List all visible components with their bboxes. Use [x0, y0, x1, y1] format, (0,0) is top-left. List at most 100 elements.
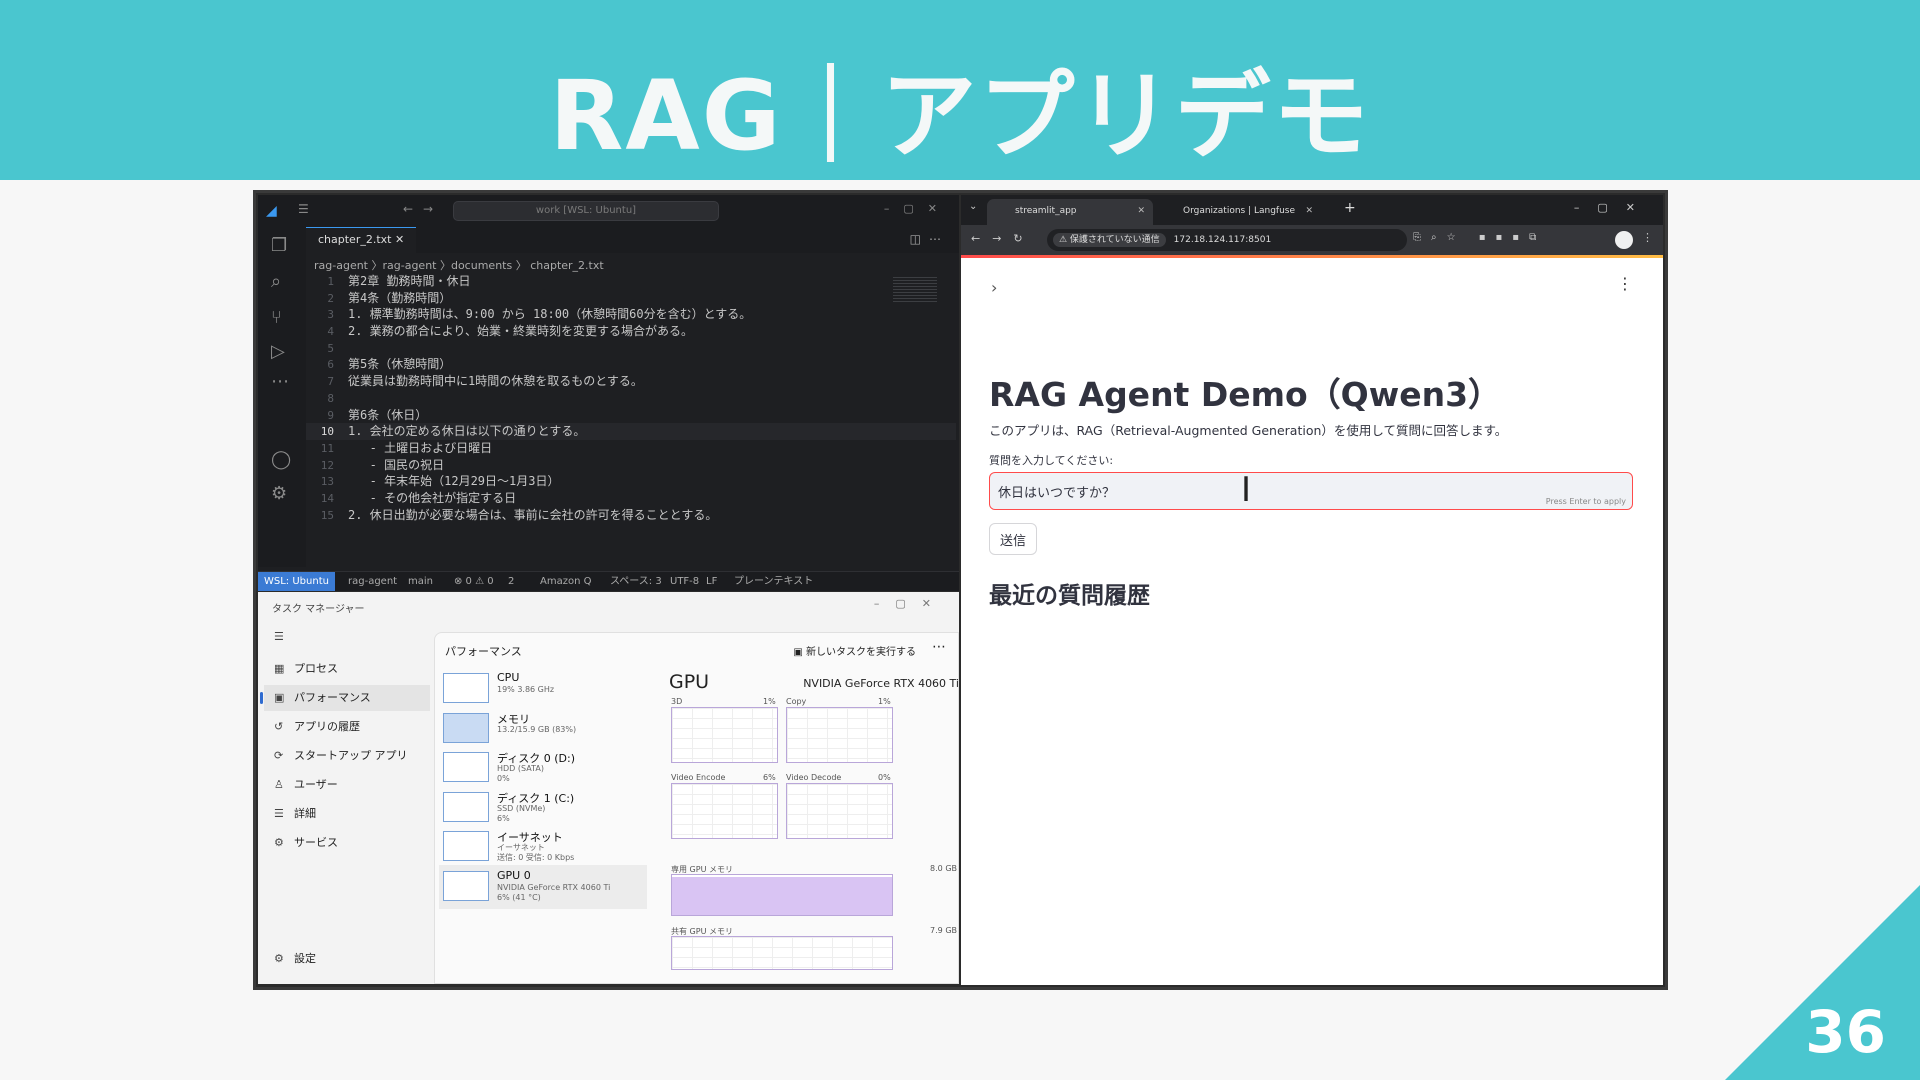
task-manager-window: タスク マネージャー –▢✕ ☰ ▦ プロセス ▣ パフォーマンス ↺ アプリの履歴 …: [258, 592, 959, 984]
nav-label: 詳細: [294, 807, 316, 820]
tab-chapter-2[interactable]: chapter_2.txt ✕: [306, 227, 416, 253]
device-item[interactable]: CPU 19% 3.86 GHz: [439, 667, 647, 711]
line-number: 11: [320, 441, 334, 455]
code-line[interactable]: 13 - 年末年始（12月29日～1月3日）: [306, 473, 956, 490]
nav-settings[interactable]: ⚙ 設定: [264, 946, 430, 972]
code-line[interactable]: 10 1. 会社の定める休日は以下の通りとする。: [306, 423, 956, 440]
tab-langfuse[interactable]: Organizations | Langfuse ✕: [1155, 199, 1321, 225]
device-stats: NVIDIA GeForce RTX 4060 Ti 6% (41 °C): [497, 883, 610, 903]
tab-title: streamlit_app: [1015, 206, 1077, 216]
browser-window-controls[interactable]: –▢✕: [1574, 201, 1653, 214]
nav-buttons[interactable]: ←→↻: [971, 232, 1035, 245]
close-icon[interactable]: ✕: [1137, 199, 1145, 223]
device-item[interactable]: メモリ 13.2/15.9 GB (83%): [439, 707, 647, 751]
nav-performance[interactable]: ▣ パフォーマンス: [260, 685, 430, 711]
page-number: 36: [1805, 998, 1886, 1066]
device-item[interactable]: GPU 0 NVIDIA GeForce RTX 4060 Ti 6% (41 °C…: [439, 864, 647, 909]
code-line[interactable]: 9 第6条（休日）: [306, 407, 956, 424]
gpu-model: NVIDIA GeForce RTX 4060 Ti: [803, 677, 959, 690]
dedicated-memory-graph: [671, 874, 893, 916]
code-line[interactable]: 11 - 土曜日および日曜日: [306, 440, 956, 457]
breadcrumb[interactable]: rag-agent 〉rag-agent 〉documents 〉 chapte…: [314, 257, 604, 273]
extension-icons[interactable]: ⎘⌕☆ ▪▪▪⧉: [1413, 232, 1546, 243]
status-bar: WSL: Ubuntu rag-agent main ⊗ 0 ⚠ 0 2 Ama…: [258, 571, 959, 591]
minimap[interactable]: [893, 277, 937, 303]
code-line[interactable]: 12 - 国民の祝日: [306, 457, 956, 474]
security-warning[interactable]: ⚠ 保護されていない通信: [1053, 233, 1166, 247]
status-problems[interactable]: ⊗ 0 ⚠ 0: [454, 572, 494, 591]
status-branch[interactable]: main: [408, 572, 433, 591]
engine-percent: 1%: [878, 697, 891, 706]
browser-menu-icon[interactable]: ⋮: [1642, 231, 1653, 244]
nav-startup[interactable]: ⟳ スタートアップ アプリ: [264, 743, 430, 769]
tab-label: chapter_2.txt: [318, 233, 392, 246]
line-number: 5: [327, 341, 334, 355]
send-button[interactable]: 送信: [989, 523, 1038, 555]
code-line[interactable]: 4 2. 業務の都合により、始業・終業時刻を変更する場合がある。: [306, 323, 956, 340]
window-controls[interactable]: –▢✕: [884, 202, 951, 215]
nav-users[interactable]: ♙ ユーザー: [264, 772, 430, 798]
status-spaces[interactable]: スペース: 3: [610, 572, 662, 591]
status-folder[interactable]: rag-agent: [348, 572, 397, 591]
status-language[interactable]: プレーンテキスト: [734, 572, 813, 591]
menu-icon[interactable]: ☰: [298, 202, 309, 216]
engine-name: Video Encode: [671, 773, 726, 782]
code-line[interactable]: 15 2. 休日出勤が必要な場合は、事前に会社の許可を得ることとする。: [306, 507, 956, 524]
engine-graph: [786, 783, 893, 839]
app-menu-icon[interactable]: ⋮: [1617, 274, 1633, 293]
run-debug-icon[interactable]: ▷: [271, 341, 285, 362]
code-line[interactable]: 14 - その他会社が指定する日: [306, 490, 956, 507]
device-stat-line: 19% 3.86 GHz: [497, 685, 555, 694]
close-icon[interactable]: ✕: [395, 233, 404, 246]
status-eol[interactable]: LF: [706, 572, 717, 591]
tab-search-icon[interactable]: ⌄: [969, 201, 977, 212]
code-line[interactable]: 7 従業員は勤務時間中に1時間の休憩を取るものとする。: [306, 373, 956, 390]
nav-services[interactable]: ⚙ サービス: [264, 830, 430, 856]
line-number: 9: [327, 408, 334, 422]
more-icon[interactable]: ⋯: [271, 371, 289, 392]
close-icon[interactable]: ✕: [1305, 199, 1313, 223]
code-line[interactable]: 1 第2章 勤務時間・休日: [306, 273, 956, 290]
new-task-label: 新しいタスクを実行する: [806, 647, 916, 658]
code-line[interactable]: 5: [306, 340, 956, 357]
search-icon[interactable]: ⌕: [271, 271, 281, 292]
history-heading: 最近の質問履歴: [989, 583, 1150, 609]
explorer-icon[interactable]: ❐: [271, 235, 287, 256]
editor-content[interactable]: 1 第2章 勤務時間・休日 2 第4条（勤務時間） 3 1. 標準勤務時間は、9:00 か…: [306, 273, 956, 565]
command-search[interactable]: work [WSL: Ubuntu]: [453, 201, 719, 221]
nav-app-history[interactable]: ↺ アプリの履歴: [264, 714, 430, 740]
account-icon[interactable]: ◯: [271, 449, 291, 470]
omnibox[interactable]: ⚠ 保護されていない通信 172.18.124.117:8501: [1047, 229, 1407, 251]
line-number: 14: [320, 491, 334, 505]
remote-indicator[interactable]: WSL: Ubuntu: [258, 572, 335, 591]
nav-arrows[interactable]: ←→: [403, 202, 443, 216]
code-line[interactable]: 2 第4条（勤務時間）: [306, 290, 956, 307]
code-line[interactable]: 6 第5条（休憩時間）: [306, 356, 956, 373]
device-item[interactable]: ディスク 0 (D:) HDD (SATA) 0%: [439, 746, 647, 790]
nav-details[interactable]: ☰ 詳細: [264, 801, 430, 827]
status-amazonq[interactable]: Amazon Q: [540, 572, 591, 591]
question-input[interactable]: [990, 473, 1632, 509]
code-line[interactable]: 8: [306, 390, 956, 407]
device-stats: イーサネット 送信: 0 受信: 0 Kbps: [497, 843, 574, 863]
new-task-button[interactable]: ▣ 新しいタスクを実行する: [793, 643, 916, 658]
question-field[interactable]: Press Enter to apply: [989, 472, 1633, 510]
sidebar-toggle-icon[interactable]: ›: [991, 278, 997, 297]
device-item[interactable]: イーサネット イーサネット 送信: 0 受信: 0 Kbps: [439, 825, 647, 869]
line-number: 8: [327, 391, 334, 405]
nav-processes[interactable]: ▦ プロセス: [264, 656, 430, 682]
new-tab-icon[interactable]: +: [1344, 200, 1356, 216]
status-encoding[interactable]: UTF-8: [670, 572, 699, 591]
code-line[interactable]: 3 1. 標準勤務時間は、9:00 から 18:00（休憩時間60分を含む）とする…: [306, 306, 956, 323]
profile-avatar[interactable]: [1615, 231, 1633, 249]
split-editor-icon[interactable]: ◫⋯: [910, 232, 949, 246]
more-options-icon[interactable]: ⋯: [932, 639, 946, 655]
gear-icon: ⚙: [274, 952, 284, 965]
hamburger-icon[interactable]: ☰: [264, 624, 430, 650]
device-item[interactable]: ディスク 1 (C:) SSD (NVMe) 6%: [439, 786, 647, 830]
taskmgr-window-controls[interactable]: –▢✕: [874, 597, 947, 610]
source-control-icon[interactable]: ⑂: [271, 307, 282, 328]
gear-icon[interactable]: ⚙: [271, 483, 287, 504]
status-ports[interactable]: 2: [508, 572, 514, 591]
tab-streamlit[interactable]: streamlit_app ✕: [987, 199, 1153, 225]
